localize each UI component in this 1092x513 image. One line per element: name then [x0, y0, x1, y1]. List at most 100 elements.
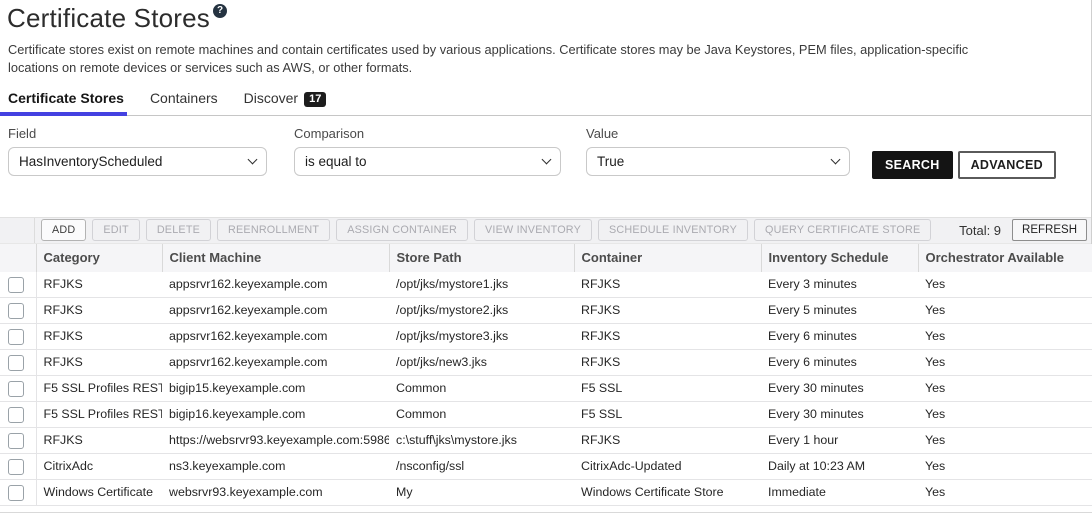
- row-checkbox[interactable]: [8, 381, 24, 397]
- comparison-select[interactable]: is equal to: [294, 147, 561, 176]
- row-checkbox-cell: [0, 323, 36, 349]
- table-body: RFJKSappsrvr162.keyexample.com/opt/jks/m…: [0, 272, 1092, 506]
- view-inventory-button: VIEW INVENTORY: [474, 219, 592, 241]
- select-all-header: [0, 244, 36, 272]
- field-select[interactable]: HasInventoryScheduled: [8, 147, 267, 176]
- row-checkbox-cell: [0, 479, 36, 505]
- refresh-button[interactable]: REFRESH: [1012, 219, 1087, 241]
- cell-orchestrator-available: Yes: [918, 401, 1092, 427]
- cell-client-machine: appsrvr162.keyexample.com: [162, 272, 389, 298]
- tab-containers[interactable]: Containers: [150, 90, 218, 115]
- row-checkbox[interactable]: [8, 329, 24, 345]
- certificate-stores-page: Certificate Stores? Certificate stores e…: [0, 0, 1092, 488]
- table-row: F5 SSL Profiles RESTbigip15.keyexample.c…: [0, 375, 1092, 401]
- table-row: F5 SSL Profiles RESTbigip16.keyexample.c…: [0, 401, 1092, 427]
- row-checkbox-cell: [0, 453, 36, 479]
- cell-store-path: c:\stuff\jks\mystore.jks: [389, 427, 574, 453]
- row-checkbox[interactable]: [8, 485, 24, 501]
- cell-orchestrator-available: Yes: [918, 297, 1092, 323]
- cell-inventory-schedule: Daily at 10:23 AM: [761, 453, 918, 479]
- row-checkbox-cell: [0, 272, 36, 298]
- row-checkbox-cell: [0, 427, 36, 453]
- cell-category: F5 SSL Profiles REST: [36, 401, 162, 427]
- cell-orchestrator-available: Yes: [918, 272, 1092, 298]
- table-row: RFJKShttps://websrvr93.keyexample.com:59…: [0, 427, 1092, 453]
- schedule-inventory-button: SCHEDULE INVENTORY: [598, 219, 748, 241]
- row-checkbox[interactable]: [8, 407, 24, 423]
- row-checkbox[interactable]: [8, 355, 24, 371]
- value-select[interactable]: True: [586, 147, 850, 176]
- cell-client-machine: appsrvr162.keyexample.com: [162, 349, 389, 375]
- tab-count-badge: 17: [304, 92, 326, 107]
- cell-client-machine: bigip16.keyexample.com: [162, 401, 389, 427]
- certificate-stores-table: CategoryClient MachineStore PathContaine…: [0, 244, 1092, 506]
- cell-container: RFJKS: [574, 323, 761, 349]
- edit-button: EDIT: [92, 219, 139, 241]
- value-label: Value: [586, 126, 872, 141]
- filter-group-field: Field HasInventoryScheduled: [8, 126, 267, 176]
- grid-toolbar: ADDEDITDELETEREENROLLMENTASSIGN CONTAINE…: [0, 217, 1091, 244]
- cell-container: F5 SSL: [574, 401, 761, 427]
- cell-client-machine: appsrvr162.keyexample.com: [162, 297, 389, 323]
- cell-orchestrator-available: Yes: [918, 453, 1092, 479]
- cell-inventory-schedule: Every 6 minutes: [761, 349, 918, 375]
- cell-container: CitrixAdc-Updated: [574, 453, 761, 479]
- comparison-select-value: is equal to: [305, 154, 367, 169]
- column-header-client-machine[interactable]: Client Machine: [162, 244, 389, 272]
- cell-client-machine: appsrvr162.keyexample.com: [162, 323, 389, 349]
- cell-client-machine: ns3.keyexample.com: [162, 453, 389, 479]
- column-header-orchestrator-available[interactable]: Orchestrator Available: [918, 244, 1092, 272]
- toolbar-checkbox-spacer: [0, 218, 35, 243]
- cell-store-path: /opt/jks/mystore3.jks: [389, 323, 574, 349]
- filter-group-comparison: Comparison is equal to: [294, 126, 586, 176]
- row-checkbox-cell: [0, 297, 36, 323]
- cell-container: RFJKS: [574, 427, 761, 453]
- assign-container-button: ASSIGN CONTAINER: [336, 219, 468, 241]
- row-checkbox[interactable]: [8, 459, 24, 475]
- column-header-store-path[interactable]: Store Path: [389, 244, 574, 272]
- cell-client-machine: websrvr93.keyexample.com: [162, 479, 389, 505]
- cell-category: RFJKS: [36, 349, 162, 375]
- row-checkbox[interactable]: [8, 303, 24, 319]
- filter-group-value: Value True: [586, 126, 872, 176]
- row-checkbox[interactable]: [8, 433, 24, 449]
- column-header-inventory-schedule[interactable]: Inventory Schedule: [761, 244, 918, 272]
- cell-container: F5 SSL: [574, 375, 761, 401]
- value-select-value: True: [597, 154, 624, 169]
- cell-orchestrator-available: Yes: [918, 375, 1092, 401]
- cell-inventory-schedule: Every 5 minutes: [761, 297, 918, 323]
- cell-inventory-schedule: Immediate: [761, 479, 918, 505]
- cell-client-machine: bigip15.keyexample.com: [162, 375, 389, 401]
- cell-container: RFJKS: [574, 297, 761, 323]
- cell-store-path: /opt/jks/new3.jks: [389, 349, 574, 375]
- tab-discover[interactable]: Discover17: [244, 90, 327, 115]
- column-header-container[interactable]: Container: [574, 244, 761, 272]
- comparison-label: Comparison: [294, 126, 586, 141]
- advanced-button[interactable]: ADVANCED: [958, 151, 1056, 179]
- cell-inventory-schedule: Every 6 minutes: [761, 323, 918, 349]
- cell-category: RFJKS: [36, 427, 162, 453]
- table-row: CitrixAdcns3.keyexample.com/nsconfig/ssl…: [0, 453, 1092, 479]
- cell-inventory-schedule: Every 3 minutes: [761, 272, 918, 298]
- cell-category: RFJKS: [36, 297, 162, 323]
- row-checkbox[interactable]: [8, 277, 24, 293]
- cell-store-path: Common: [389, 375, 574, 401]
- row-checkbox-cell: [0, 349, 36, 375]
- filter-actions: SEARCH ADVANCED: [872, 151, 1056, 179]
- cell-orchestrator-available: Yes: [918, 427, 1092, 453]
- cell-category: Windows Certificate: [36, 479, 162, 505]
- reenrollment-button: REENROLLMENT: [217, 219, 330, 241]
- add-button[interactable]: ADD: [41, 219, 86, 241]
- search-button[interactable]: SEARCH: [872, 151, 953, 179]
- tab-bar: Certificate Stores Containers Discover17: [0, 90, 1091, 116]
- tab-certificate-stores[interactable]: Certificate Stores: [8, 90, 124, 115]
- query-certificate-store-button: QUERY CERTIFICATE STORE: [754, 219, 931, 241]
- column-header-category[interactable]: Category: [36, 244, 162, 272]
- cell-container: Windows Certificate Store: [574, 479, 761, 505]
- page-header: Certificate Stores?: [0, 0, 1091, 34]
- cell-store-path: My: [389, 479, 574, 505]
- table-row: RFJKSappsrvr162.keyexample.com/opt/jks/m…: [0, 272, 1092, 298]
- row-checkbox-cell: [0, 375, 36, 401]
- help-icon[interactable]: ?: [213, 4, 227, 18]
- cell-store-path: /nsconfig/ssl: [389, 453, 574, 479]
